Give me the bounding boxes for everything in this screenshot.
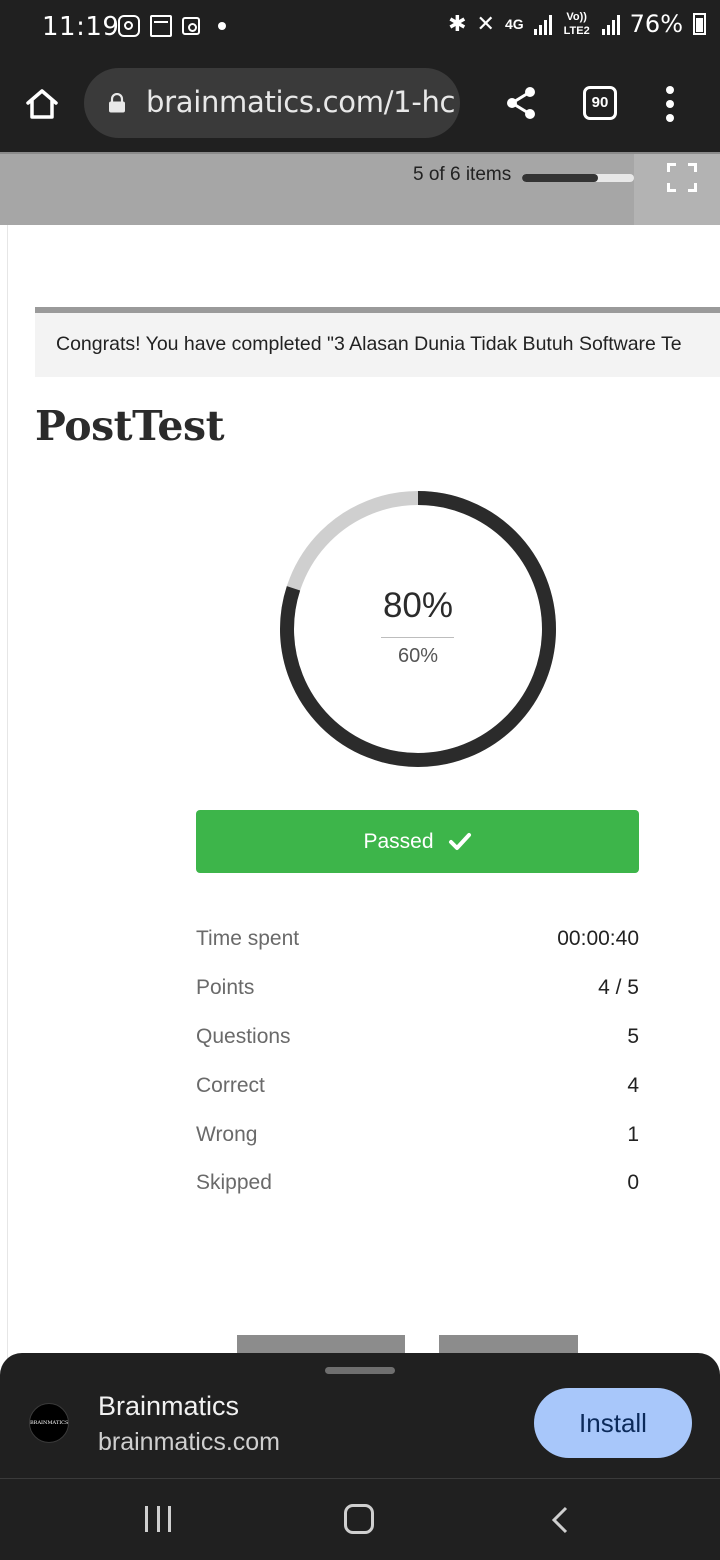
items-count: 5 of 6 items [413,164,512,185]
recents-icon[interactable] [145,1506,171,1532]
gallery-icon [182,17,200,35]
stat-row-correct: Correct 4 [196,1061,639,1110]
signal-sim1-icon [533,13,552,35]
status-time: 11:19 [42,12,120,42]
passed-banner: Passed [196,810,639,873]
system-nav-bar [0,1478,720,1560]
system-icons: ✱ ✕ 4G Vo)) LTE2 76% [448,10,706,38]
score-divider [381,637,454,638]
sheet-drag-handle[interactable] [325,1367,395,1374]
install-button[interactable]: Install [534,1388,692,1458]
app-name: Brainmatics [98,1391,240,1421]
home-icon[interactable] [22,84,62,124]
stat-value: 4 / 5 [598,976,639,1000]
sidebar-edge [0,225,8,1375]
completion-message-text: Congrats! You have completed "3 Alasan D… [56,333,682,355]
result-stats: Time spent 00:00:40 Points 4 / 5 Questio… [196,915,639,1208]
score-ring [280,491,556,767]
signal-sim2-icon [601,13,620,35]
items-progress-fill [522,174,599,182]
network-type-label: 4G [504,16,524,32]
passing-percent: 60% [397,645,439,667]
address-bar[interactable]: brainmatics.com/1-hc [84,68,460,138]
check-icon [448,832,471,850]
items-progress-bar [522,174,634,182]
battery-icon [693,13,706,35]
bluetooth-icon: ✱ [448,11,467,36]
lock-icon [109,93,125,113]
instagram-icon [118,15,140,37]
calendar-icon [150,15,172,37]
fullscreen-button[interactable] [634,154,720,225]
stat-row-points: Points 4 / 5 [196,964,639,1013]
stat-label: Skipped [196,1171,272,1195]
stat-value: 0 [627,1171,639,1195]
status-bar: 11:19 ✱ ✕ 4G Vo)) LTE2 76% [0,0,720,56]
page-title: PostTest [35,402,225,450]
share-icon[interactable] [503,84,539,122]
stat-value: 00:00:40 [557,927,639,951]
back-icon[interactable] [548,1505,572,1535]
tab-switcher-button[interactable]: 90 [583,86,617,120]
stat-row-skipped: Skipped 0 [196,1159,639,1208]
url-text: brainmatics.com/1-hc [146,85,456,119]
mute-vibrate-icon: ✕ [476,11,495,36]
battery-percent: 76% [629,10,683,38]
more-menu-icon[interactable] [664,86,676,122]
stat-label: Questions [196,1024,291,1048]
stat-row-time-spent: Time spent 00:00:40 [196,915,639,964]
install-app-sheet: BRAINMATICS Brainmatics brainmatics.com … [0,1353,720,1478]
more-notifications-dot-icon [218,22,226,30]
stat-label: Correct [196,1073,265,1097]
stat-value: 1 [627,1122,639,1146]
lte2-label: Vo)) LTE2 [563,11,590,37]
stat-label: Time spent [196,927,300,951]
passed-label: Passed [363,829,434,853]
app-domain: brainmatics.com [98,1428,280,1456]
score-percent: 80% [382,586,454,625]
stat-label: Wrong [196,1122,258,1146]
browser-toolbar: brainmatics.com/1-hc 90 [0,56,720,152]
lesson-progress-header: 5 of 6 items [0,152,720,225]
stat-label: Points [196,976,255,1000]
stat-row-questions: Questions 5 [196,1013,639,1062]
completion-message: Congrats! You have completed "3 Alasan D… [35,313,720,377]
stat-row-wrong: Wrong 1 [196,1110,639,1159]
home-nav-icon[interactable] [344,1504,374,1534]
stat-value: 5 [627,1024,639,1048]
notification-icons [118,15,226,37]
stat-value: 4 [627,1073,639,1097]
app-logo: BRAINMATICS [29,1403,69,1443]
